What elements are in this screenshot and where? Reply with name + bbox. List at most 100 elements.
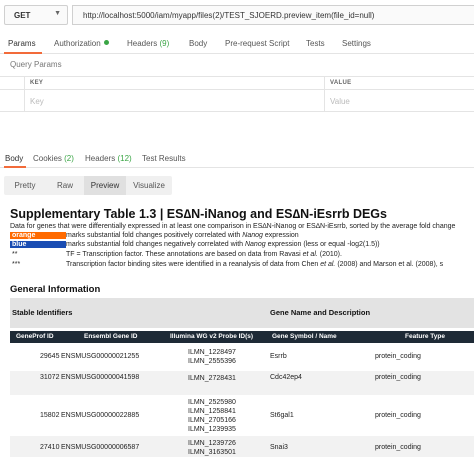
active-tab-indicator <box>4 166 26 168</box>
gene-symbol: Esrrb <box>270 352 287 360</box>
gene-symbol: Snai3 <box>270 443 288 451</box>
tab-headers-count: (9) <box>159 39 170 48</box>
intro-text: Data for genes that were differentially … <box>10 223 456 230</box>
column-divider <box>24 76 25 112</box>
value-column-header: VALUE <box>330 80 352 86</box>
query-params-header: KEY VALUE <box>0 76 474 90</box>
legend-text: (2008) and Marson et al. (2008), s <box>335 261 444 268</box>
legend-emphasis: et al. <box>320 261 336 268</box>
section-title: General Information <box>10 284 101 295</box>
table-row: 31072 ENSMUSG00000041598 ILMN_2728431 Cdc42… <box>10 371 474 395</box>
ensembl-id: ENSMUSG00000022885 <box>61 411 140 419</box>
key-column-header: KEY <box>30 80 44 86</box>
feature-type: protein_coding <box>375 443 421 451</box>
ensembl-id: ENSMUSG00000021255 <box>61 352 140 360</box>
legend-text: expression (less or equal -log2(1.5)) <box>265 241 380 248</box>
col-feature: Feature Type <box>405 333 445 340</box>
gene-symbol: St6gal1 <box>270 411 294 419</box>
feature-type: protein_coding <box>375 352 421 360</box>
tab-tests[interactable]: Tests <box>306 39 325 48</box>
tab-cookies-count: (2) <box>64 154 74 163</box>
legend-emphasis: Nanog <box>244 241 266 248</box>
table-row: 27410 ENSMUSG00000006587 ILMN_1239726 ILMN_… <box>10 436 474 457</box>
legend-text: marks substantial fold changes positivel… <box>66 232 243 239</box>
col-symbol: Gene Symbol / Name <box>272 333 337 340</box>
group-stable-identifiers: Stable Identifiers <box>12 308 73 317</box>
active-tab-indicator <box>4 52 42 54</box>
query-params-title: Query Params <box>10 60 62 69</box>
legend-emphasis: et al. <box>302 251 318 258</box>
tab-response-headers-count: (12) <box>117 154 132 163</box>
tab-visualize[interactable]: Visualize <box>126 176 172 195</box>
tab-raw[interactable]: Raw <box>46 176 84 195</box>
geneprof-id: 27410 <box>40 443 60 451</box>
tab-authorization-label: Authorization <box>54 39 101 48</box>
tab-headers[interactable]: Headers (9) <box>127 39 169 48</box>
tab-params[interactable]: Params <box>8 39 36 48</box>
legend-item: ** TF = Transcription factor. These annot… <box>10 251 342 258</box>
tab-authorization[interactable]: Authorization <box>54 39 109 48</box>
ensembl-id: ENSMUSG00000006587 <box>61 443 140 451</box>
tab-response-headers[interactable]: Headers (12) <box>85 154 132 163</box>
feature-type: protein_coding <box>375 374 421 381</box>
query-param-row <box>0 90 474 112</box>
legend-emphasis: Nanog <box>242 232 263 239</box>
table-header: GeneProf ID Ensembl Gene ID Illumina WG … <box>10 331 474 343</box>
tab-cookies-label: Cookies <box>33 154 62 163</box>
geneprof-id: 29645 <box>40 352 60 360</box>
response-tabs: Body Cookies (2) Headers (12) Test Resul… <box>0 152 474 168</box>
legend-text: marks substantial fold changes negativel… <box>66 241 245 248</box>
legend-key: ** <box>12 251 18 258</box>
legend-item: blue marks substantial fold changes negat… <box>10 241 380 248</box>
ensembl-id: ENSMUSG00000041598 <box>61 374 140 381</box>
legend-key: orange <box>10 232 66 239</box>
url-text: http://localhost:5000/iam/myapp/files(2)… <box>83 11 375 20</box>
legend-key: blue <box>10 241 66 248</box>
table-row: 15802 ENSMUSG00000022885 ILMN_2525980 ILMN_… <box>10 395 474 436</box>
col-ensembl: Ensembl Gene ID <box>84 333 138 340</box>
method-select[interactable]: GET ▼ <box>4 5 68 25</box>
chevron-down-icon: ▼ <box>54 10 61 17</box>
page-title: Supplementary Table 1.3 | ES∆N-iNanog an… <box>10 207 387 221</box>
tab-test-results[interactable]: Test Results <box>142 154 186 163</box>
tab-body[interactable]: Body <box>189 39 207 48</box>
tab-settings[interactable]: Settings <box>342 39 371 48</box>
response-preview: Supplementary Table 1.3 | ES∆N-iNanog an… <box>0 200 474 457</box>
geneprof-id: 15802 <box>40 411 60 419</box>
method-label: GET <box>14 11 31 20</box>
legend-item: *** Transcription factor binding sites we… <box>10 261 443 268</box>
table-row: 29645 ENSMUSG00000021255 ILMN_1228497 ILMN_… <box>10 345 474 371</box>
column-divider <box>324 76 325 112</box>
legend-text: Transcription factor binding sites were … <box>66 261 321 268</box>
legend-item: orange marks substantial fold changes pos… <box>10 232 299 239</box>
col-geneprof: GeneProf ID <box>16 333 54 340</box>
view-mode-tabs: Pretty Raw Preview Visualize <box>4 176 172 195</box>
legend-key: *** <box>12 261 21 268</box>
tab-cookies[interactable]: Cookies (2) <box>33 154 74 163</box>
request-bar: GET ▼ http://localhost:5000/iam/myapp/fi… <box>0 0 474 30</box>
group-gene-name: Gene Name and Description <box>270 308 371 317</box>
tab-response-body[interactable]: Body <box>5 154 23 163</box>
legend-text: TF = Transcription factor. These annotat… <box>66 251 303 258</box>
status-dot-icon <box>103 40 109 45</box>
probe-ids: ILMN_1228497 ILMN_2555396 <box>188 349 236 365</box>
tab-headers-label: Headers <box>127 39 158 48</box>
gene-symbol: Cdc42ep4 <box>270 374 302 381</box>
tab-pretty[interactable]: Pretty <box>4 176 46 195</box>
legend-text: expression <box>262 232 299 239</box>
param-key-input[interactable] <box>30 94 310 108</box>
param-value-input[interactable] <box>330 94 460 108</box>
probe-ids: ILMN_1239726 ILMN_3163501 <box>188 440 236 456</box>
legend-text: (2010). <box>317 251 342 258</box>
geneprof-id: 31072 <box>40 374 60 381</box>
probe-ids: ILMN_2525980 ILMN_1258841 ILMN_2705166 ILMN… <box>188 399 236 433</box>
tab-response-headers-label: Headers <box>85 154 116 163</box>
url-input[interactable]: http://localhost:5000/iam/myapp/files(2)… <box>72 5 474 25</box>
column-group-band: Stable Identifiers Gene Name and Descrip… <box>10 298 474 328</box>
feature-type: protein_coding <box>375 411 421 419</box>
tab-preview[interactable]: Preview <box>84 176 126 195</box>
request-tabs: Params Authorization Headers (9) Body Pr… <box>0 36 474 54</box>
probe-ids: ILMN_2728431 <box>188 375 236 382</box>
tab-prerequest-script[interactable]: Pre-request Script <box>225 39 289 48</box>
col-probes: Illumina WG v2 Probe ID(s) <box>170 333 254 340</box>
